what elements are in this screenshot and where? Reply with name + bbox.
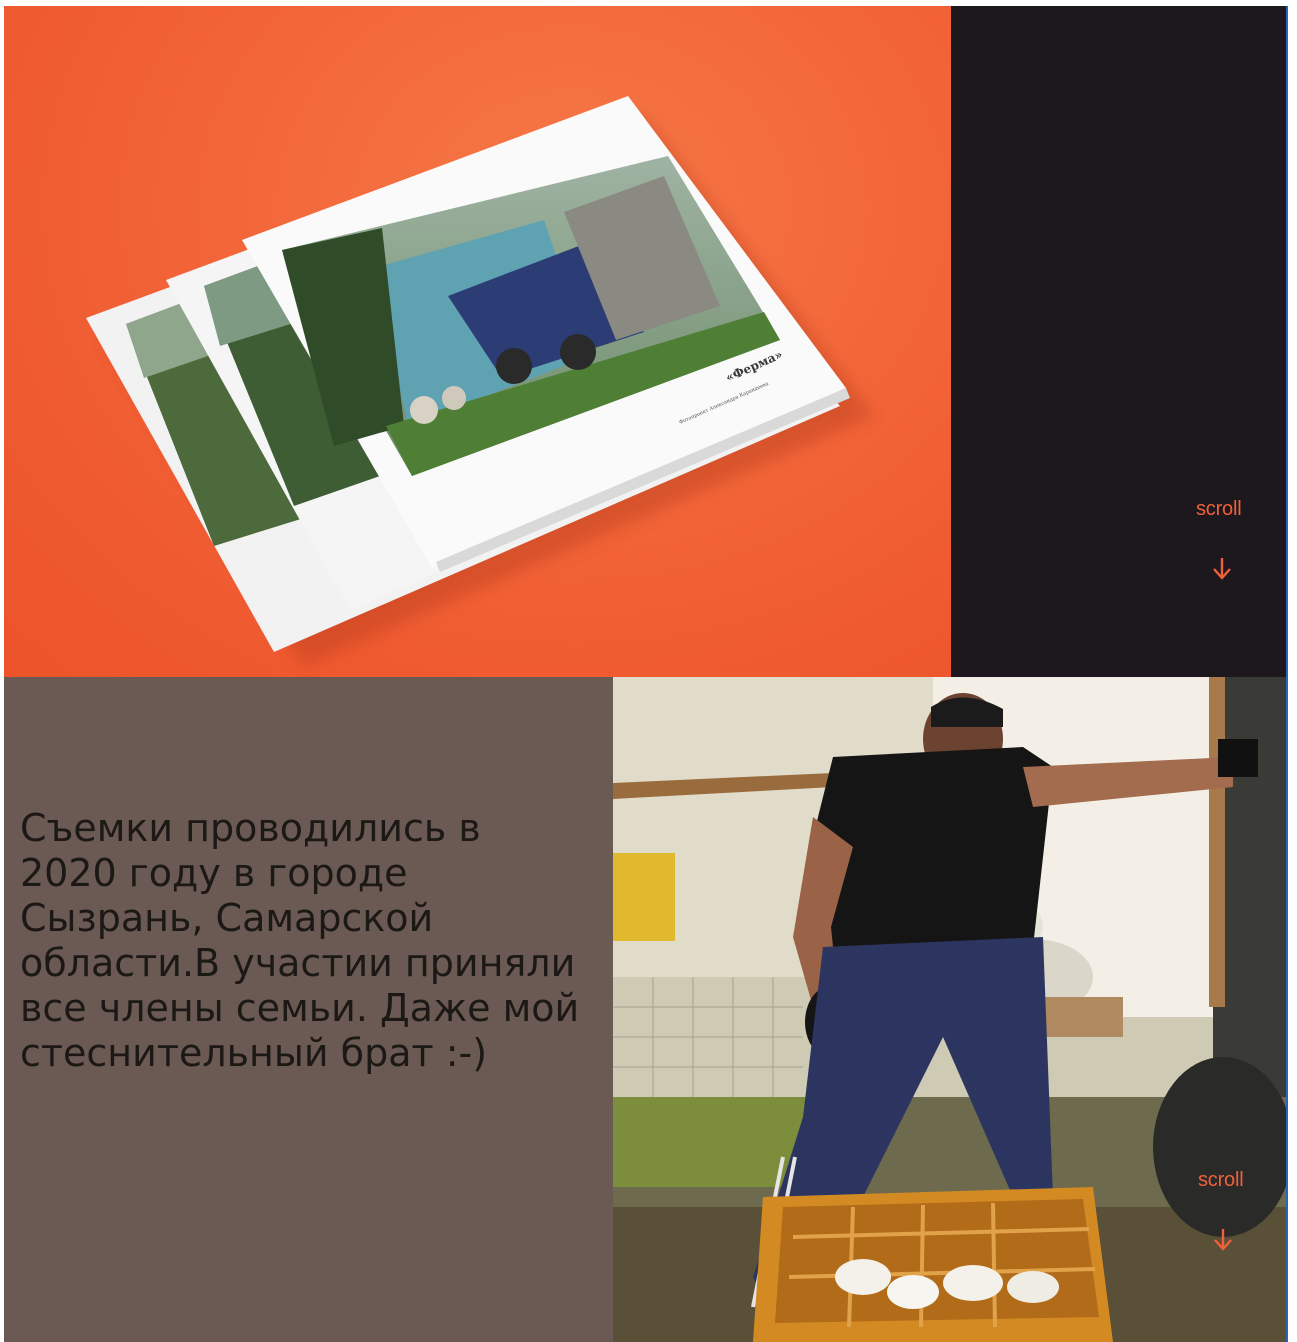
scroll-label-bottom[interactable]: scroll	[1198, 1169, 1244, 1192]
page: «Ферма» Фотопроект Александра Карандеева…	[0, 0, 1297, 1342]
window-edge	[1286, 6, 1288, 1342]
farm-worker-photo	[613, 677, 1286, 1342]
arrow-down-icon[interactable]	[1212, 1227, 1234, 1253]
arrow-down-icon[interactable]	[1211, 556, 1233, 582]
dark-side-panel	[951, 6, 1286, 677]
about-caption: Съемки проводились в 2020 году в городе …	[20, 806, 580, 1075]
hero-photobook-image: «Ферма» Фотопроект Александра Карандеева	[4, 6, 951, 677]
scroll-label-top[interactable]: scroll	[1196, 498, 1242, 521]
